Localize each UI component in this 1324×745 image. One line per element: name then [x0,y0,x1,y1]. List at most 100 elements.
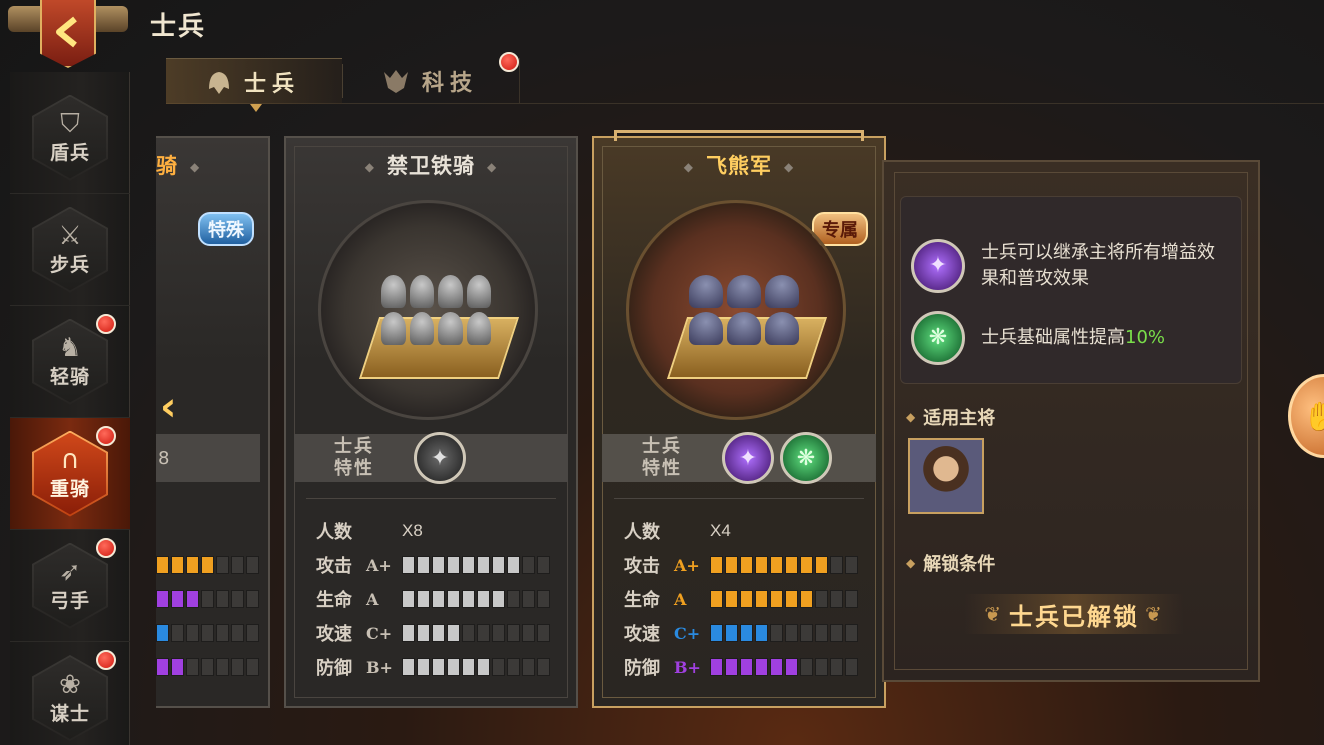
stat-bar-segment [216,658,229,676]
stat-bar-segment [201,556,214,574]
trait-green-icon[interactable]: ❋ [911,311,965,365]
diamond-icon: ◆ [364,160,375,174]
hex-frame: ⛉ 盾兵 [32,94,108,181]
trait-dark-icon[interactable]: ✦ [414,432,466,484]
general-avatar[interactable] [908,438,984,514]
emblem-icon [384,70,408,93]
stat-speed: 攻速 C+ [316,616,560,650]
stat-bar-segment [845,624,858,642]
sidebar-item-label: 重骑 [49,478,90,500]
stat-bar-segment [477,556,490,574]
sidebar-item-light-cavalry[interactable]: ♞ 轻骑 [10,306,130,418]
hex-frame: ➶ 弓手 [32,542,108,629]
stat-attack: 攻击 A+ [624,548,868,582]
sidebar-item-strategist[interactable]: ❀ 谋士 [10,642,130,745]
stat-bar-segment [402,658,415,676]
floating-assistant-button[interactable]: ✋ [1288,374,1324,458]
tab-soldiers[interactable]: 士兵 [166,58,342,112]
unit-card-title-text: 禁卫铁骑 [387,154,475,178]
stat-bar-segment [156,658,169,676]
sidebar-item-label: 轻骑 [49,366,90,388]
stat-bar-segment [522,624,535,642]
stat-value: X4 [710,521,731,540]
scroll-left-arrow[interactable]: ‹ [160,384,176,430]
unit-troops [689,275,799,345]
stat-bar-segment [815,658,828,676]
stat-bar-segment [246,624,259,642]
stat-name: 人数 [624,522,660,543]
stat-bar-segment [432,624,445,642]
back-button[interactable] [8,0,128,72]
hex-frame: ∩ 重骑 [32,430,108,517]
stat-bar-segment [417,624,430,642]
page-title: 士兵 [150,12,207,42]
stat-bar-segment [462,658,475,676]
unit-card-title-text: 飞熊军 [706,154,772,178]
stat-bar-segment [740,658,753,676]
stat-bar [156,658,259,676]
stat-value: X8 [402,521,423,540]
stat-bar-segment [447,658,460,676]
stat-bar-segment [785,658,798,676]
stat-row [156,514,252,548]
sidebar-item-archer[interactable]: ➶ 弓手 [10,530,130,642]
unit-card-imperial-cavalry[interactable]: ◆ 禁卫铁骑 ◆ 士兵 特性 ✦ 人数 X8 攻击 A+ 生命 A 攻速 C+ … [284,136,578,708]
stat-bar-segment [815,590,828,608]
stat-bar-segment [815,556,828,574]
back-badge [40,0,96,68]
stat-bar-segment [710,590,723,608]
stat-name: 防御 [624,658,660,679]
stat-bar-segment [537,590,550,608]
stat-bar-segment [171,624,184,642]
stat-bar-segment [537,658,550,676]
stat-bar-segment [246,590,259,608]
stat-bar-segment [447,556,460,574]
stat-bar-segment [231,624,244,642]
stat-speed: 攻速 C+ [624,616,868,650]
helmet-icon [209,71,229,94]
stat-name: 生命 [316,590,352,611]
stat-name: 攻速 [316,624,352,645]
stat-bar-segment [815,624,828,642]
stat-bar-segment [186,624,199,642]
hex-frame: ❀ 谋士 [32,655,108,741]
stat-grade: A [674,589,687,609]
stat-bar-segment [725,624,738,642]
stat-row [156,582,259,616]
unit-stats: 人数 X8 攻击 A+ 生命 A 攻速 C+ 防御 B+ [316,514,560,684]
stat-bar-segment [447,624,460,642]
stat-attack: 攻击 A+ [316,548,560,582]
stat-name: 人数 [316,522,352,543]
chevron-left-icon [56,16,77,48]
stat-bar-segment [770,624,783,642]
unlock-status: 士兵已解锁 [964,594,1184,634]
stat-bar-segment [492,624,505,642]
stat-bar-segment [710,624,723,642]
stat-bar-segment [830,658,843,676]
stat-bar-segment [201,658,214,676]
stat-bar-segment [492,658,505,676]
tab-technology[interactable]: 科技 [380,52,520,104]
trait-purple-icon[interactable]: ✦ [911,239,965,293]
stat-bar-segment [725,658,738,676]
diamond-icon: ◆ [190,160,201,174]
stat-bar-segment [171,658,184,676]
stat-bar-segment [770,590,783,608]
unit-stats: 人数 X4 攻击 A+ 生命 A 攻速 C+ 防御 B+ [624,514,868,684]
unit-card-flying-bear[interactable]: ◆ 飞熊军 ◆ 专属 士兵 特性 ✦ ❋ 人数 X4 攻击 A+ 生命 A 攻速… [592,130,886,708]
feature-inherit: ✦ 士兵可以继承主将所有增益效果和普攻效果 [911,239,1231,293]
stat-bar [402,624,550,642]
stat-grade: B+ [674,657,701,677]
trait-green-icon[interactable]: ❋ [780,432,832,484]
divider [306,498,556,499]
sidebar-item-shield[interactable]: ⛉ 盾兵 [10,82,130,194]
stat-name: 攻速 [624,624,660,645]
stat-bar [710,624,858,642]
stat-bar-segment [770,658,783,676]
sidebar-item-infantry[interactable]: ⚔ 步兵 [10,194,130,306]
stat-bar-segment [725,556,738,574]
shield-icon: ⛉ [60,109,80,139]
stat-bar-segment [462,590,475,608]
trait-purple-icon[interactable]: ✦ [722,432,774,484]
sidebar-item-heavy-cavalry[interactable]: ∩ 重骑 [10,418,130,530]
